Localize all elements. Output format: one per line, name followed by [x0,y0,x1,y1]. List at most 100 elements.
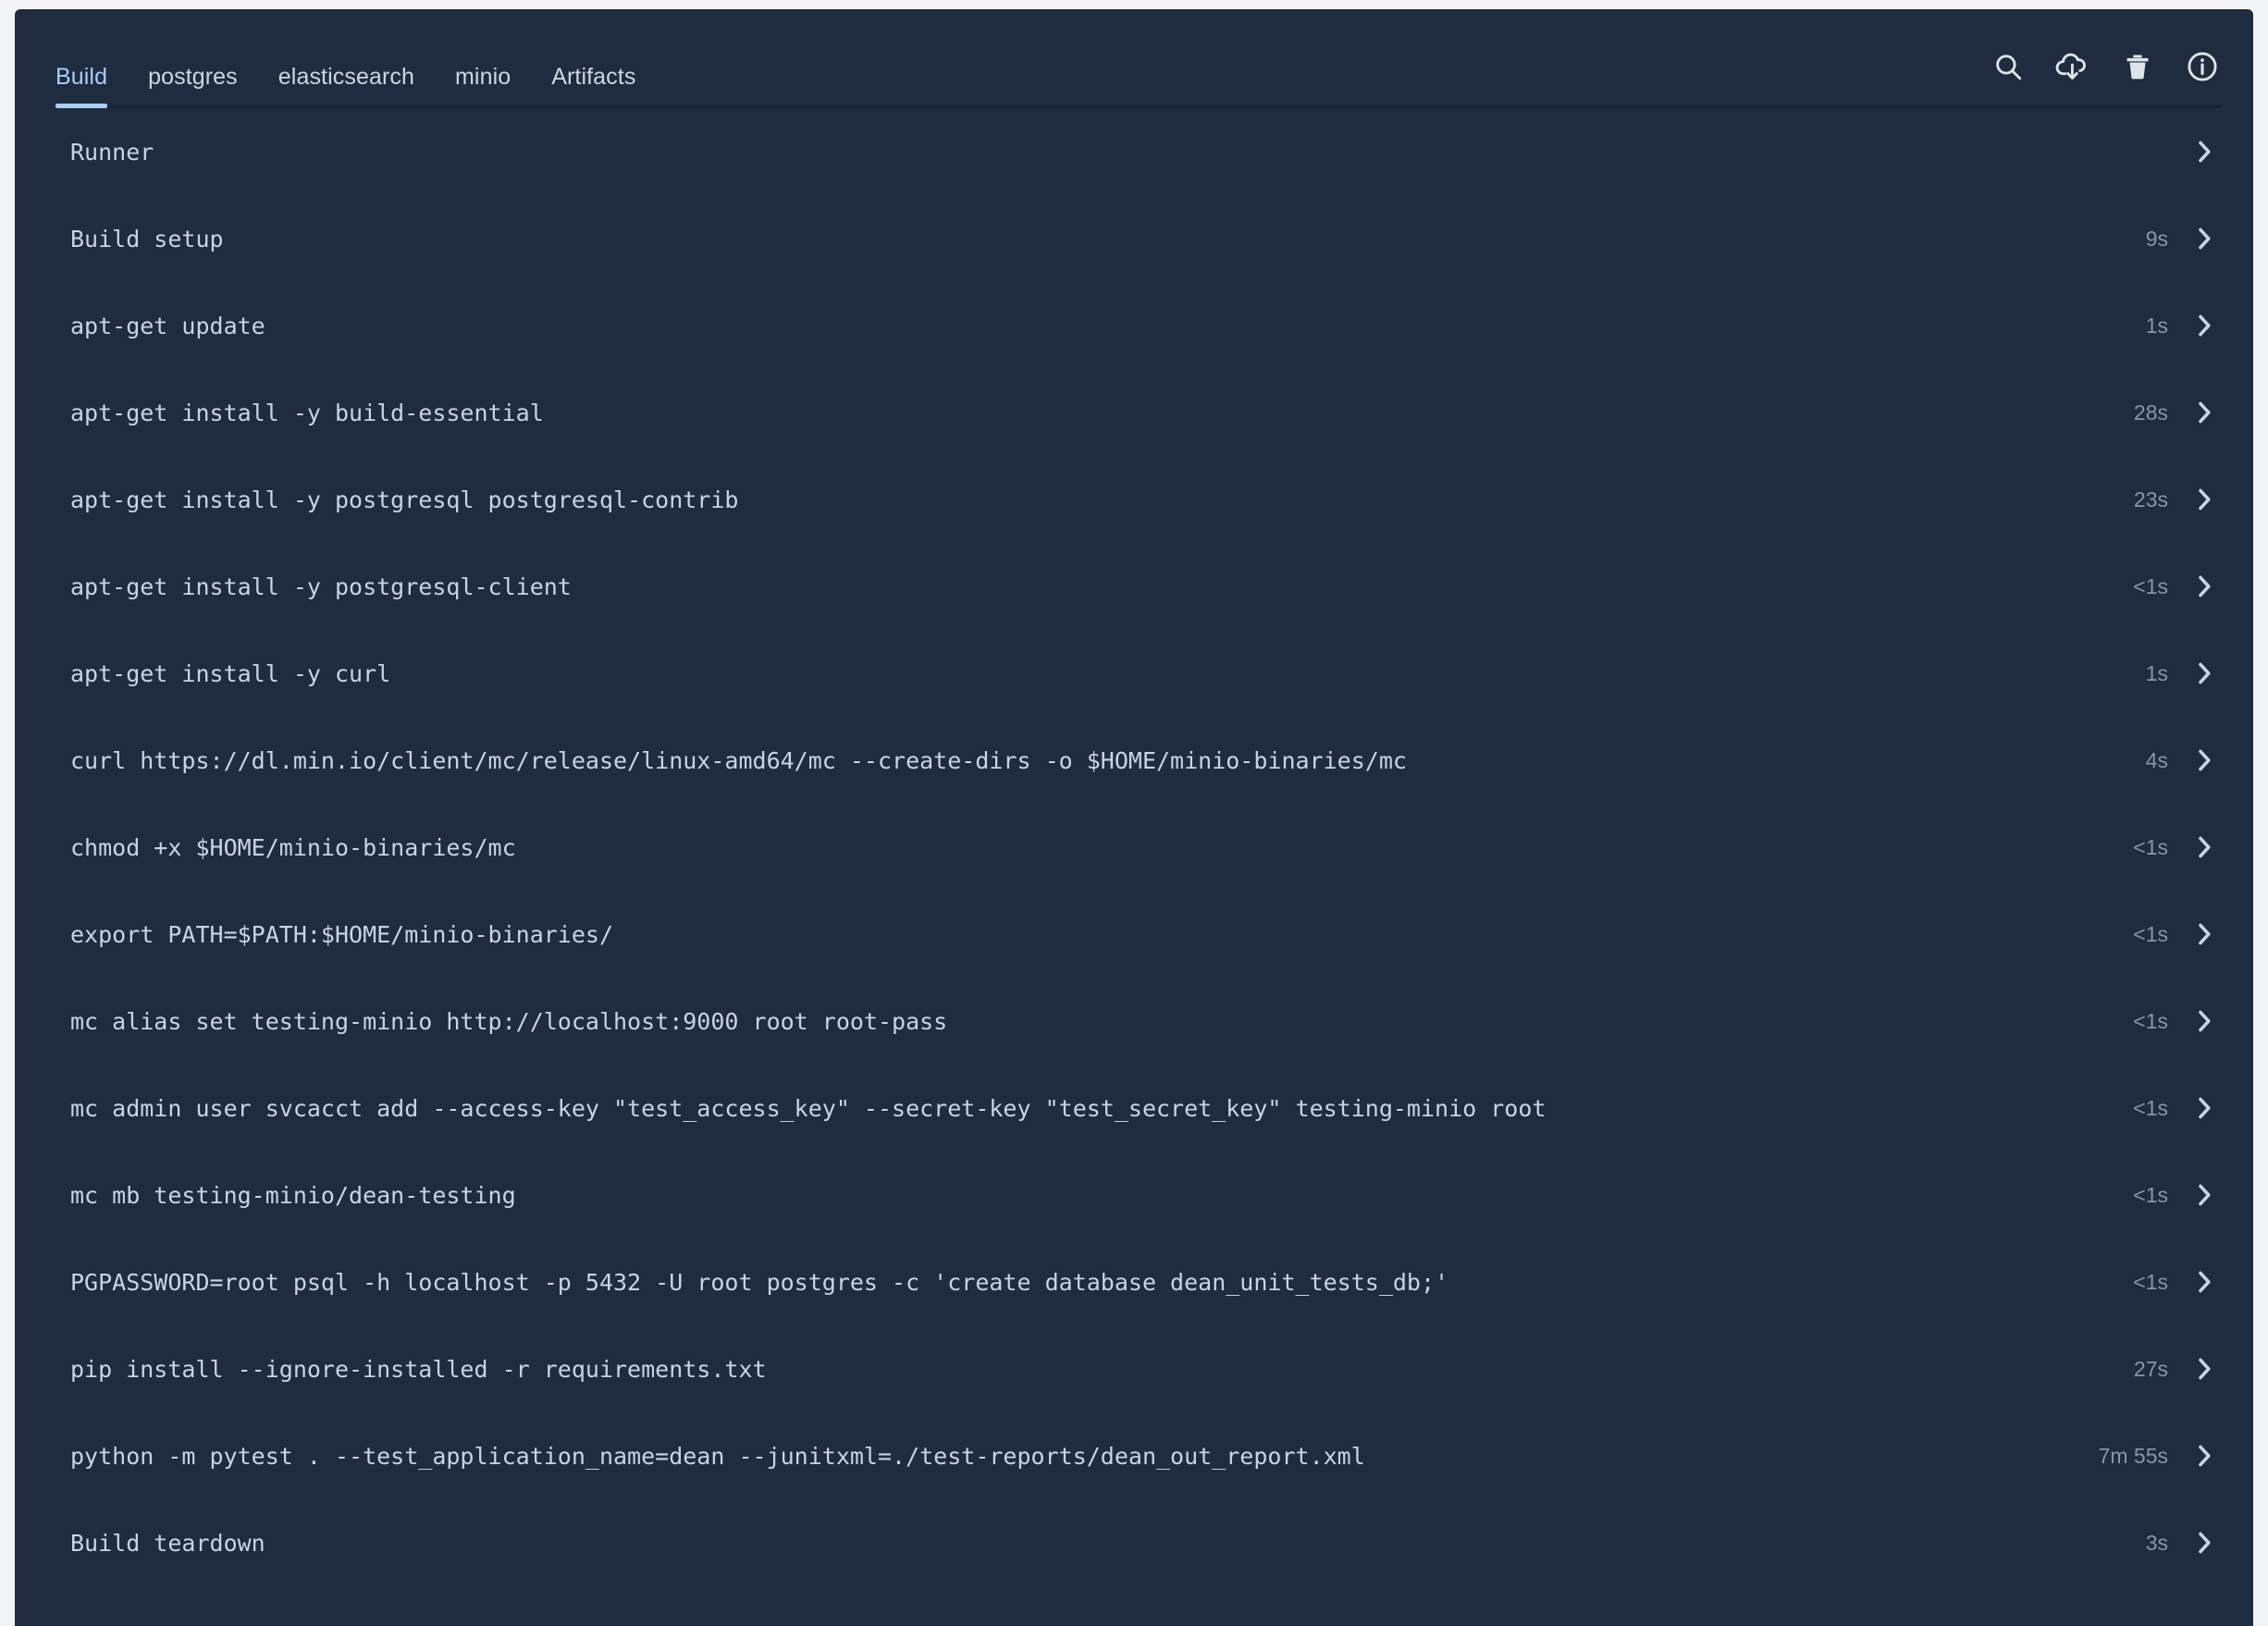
build-step-meta: 7m 55s [2066,1443,2213,1469]
build-step-meta: 23s [2066,487,2213,512]
build-step-duration: <1s [2133,834,2168,859]
tab-minio[interactable]: minio [435,66,531,108]
chevron-right-icon[interactable] [2196,139,2213,165]
build-step-row[interactable]: python -m pytest . --test_application_na… [46,1412,2222,1499]
build-step-label: mc mb testing-minio/dean-testing [70,1181,516,1209]
build-step-duration: 1s [2145,313,2168,338]
build-step-duration: 28s [2133,400,2168,425]
tab-elasticsearch[interactable]: elasticsearch [258,66,435,108]
build-step-label: apt-get install -y postgresql-client [70,573,572,600]
tab-postgres[interactable]: postgres [128,66,258,108]
build-step-duration: 4s [2145,747,2168,772]
tab-label: Artifacts [551,64,636,90]
build-step-meta: <1s [2066,1095,2213,1121]
build-step-label: Runner [70,138,154,166]
tab-artifacts[interactable]: Artifacts [531,66,656,108]
build-step-label: apt-get update [70,312,265,339]
build-step-row[interactable]: apt-get install -y curl 1s [46,630,2222,717]
build-step-label: chmod +x $HOME/minio-binaries/mc [70,833,516,861]
chevron-right-icon[interactable] [2196,747,2213,773]
build-step-meta: 28s [2066,400,2213,425]
build-step-row[interactable]: Runner [46,108,2222,195]
build-step-meta: 1s [2066,660,2213,686]
build-step-row[interactable]: Build teardown 3s [46,1499,2222,1586]
chevron-right-icon[interactable] [2196,921,2213,947]
build-step-duration: 27s [2133,1356,2168,1381]
build-step-row[interactable]: apt-get update 1s [46,282,2222,369]
tab-bar: Build postgres elasticsearch minio Artifacts [46,66,656,108]
build-step-duration: <1s [2133,1008,2168,1033]
build-step-label: Build teardown [70,1529,265,1557]
build-step-row[interactable]: apt-get install -y postgresql postgresql… [46,456,2222,543]
chevron-right-icon[interactable] [2196,313,2213,339]
build-step-row[interactable]: apt-get install -y build-essential 28s [46,369,2222,456]
build-step-duration: 1s [2145,660,2168,685]
build-step-row[interactable]: mc mb testing-minio/dean-testing <1s [46,1152,2222,1238]
build-step-list: Runner Build setup 9s apt-get update 1s apt-g… [15,108,2253,1586]
build-step-row[interactable]: mc alias set testing-minio http://localh… [46,978,2222,1065]
build-step-row[interactable]: PGPASSWORD=root psql -h localhost -p 543… [46,1238,2222,1325]
info-button[interactable] [2183,47,2222,86]
build-step-duration: <1s [2133,1182,2168,1207]
build-step-row[interactable]: chmod +x $HOME/minio-binaries/mc <1s [46,804,2222,891]
build-step-row[interactable]: apt-get install -y postgresql-client <1s [46,543,2222,630]
chevron-right-icon[interactable] [2196,400,2213,425]
delete-button[interactable] [2118,47,2157,86]
tab-label: elasticsearch [277,64,414,90]
build-step-duration: <1s [2133,1095,2168,1120]
chevron-right-icon[interactable] [2196,1008,2213,1034]
info-icon [2186,50,2219,83]
search-icon [1992,51,2024,82]
chevron-right-icon[interactable] [2196,487,2213,512]
chevron-right-icon[interactable] [2196,1182,2213,1208]
build-step-label: mc admin user svcacct add --access-key "… [70,1094,1547,1122]
chevron-right-icon[interactable] [2196,1269,2213,1295]
search-button[interactable] [1989,47,2028,86]
cloud-download-icon [2055,51,2090,82]
build-step-label: apt-get install -y postgresql postgresql… [70,486,739,513]
build-step-duration: 7m 55s [2098,1443,2168,1468]
build-step-row[interactable]: pip install --ignore-installed -r requir… [46,1325,2222,1412]
build-step-meta: 27s [2066,1356,2213,1382]
build-step-meta: <1s [2066,1008,2213,1034]
build-step-duration: 23s [2133,487,2168,511]
build-step-meta [2066,139,2213,165]
chevron-right-icon[interactable] [2196,1443,2213,1469]
build-step-label: mc alias set testing-minio http://localh… [70,1007,948,1035]
build-step-row[interactable]: curl https://dl.min.io/client/mc/release… [46,717,2222,804]
build-step-label: export PATH=$PATH:$HOME/minio-binaries/ [70,920,613,948]
build-step-meta: <1s [2066,1182,2213,1208]
build-step-label: apt-get install -y build-essential [70,399,544,426]
chevron-right-icon[interactable] [2196,226,2213,252]
build-step-label: curl https://dl.min.io/client/mc/release… [70,746,1407,774]
trash-icon [2123,51,2152,82]
build-step-row[interactable]: mc admin user svcacct add --access-key "… [46,1065,2222,1152]
build-step-row[interactable]: Build setup 9s [46,195,2222,282]
chevron-right-icon[interactable] [2196,660,2213,686]
build-step-row[interactable]: export PATH=$PATH:$HOME/minio-binaries/ <… [46,891,2222,978]
chevron-right-icon[interactable] [2196,573,2213,599]
build-step-duration: <1s [2133,921,2168,946]
build-step-label: python -m pytest . --test_application_na… [70,1442,1365,1470]
build-step-meta: <1s [2066,834,2213,860]
chevron-right-icon[interactable] [2196,1095,2213,1121]
build-step-meta: 9s [2066,226,2213,252]
build-step-label: apt-get install -y curl [70,659,391,687]
tab-build[interactable]: Build [55,66,128,108]
chevron-right-icon[interactable] [2196,834,2213,860]
build-step-meta: 4s [2066,747,2213,773]
tab-label: postgres [148,64,238,90]
chevron-right-icon[interactable] [2196,1530,2213,1556]
panel-header: Build postgres elasticsearch minio Artifacts [15,9,2253,108]
build-step-duration: 9s [2145,226,2168,251]
tab-label: Build [55,64,108,90]
build-log-panel: Build postgres elasticsearch minio Artifacts [15,9,2253,1626]
download-button[interactable] [2053,47,2092,86]
build-step-label: pip install --ignore-installed -r requir… [70,1355,767,1383]
build-step-duration: <1s [2133,573,2168,598]
header-actions [1989,47,2222,108]
build-step-label: PGPASSWORD=root psql -h localhost -p 543… [70,1268,1449,1296]
build-step-meta: 3s [2066,1530,2213,1556]
chevron-right-icon[interactable] [2196,1356,2213,1382]
build-step-meta: 1s [2066,313,2213,339]
